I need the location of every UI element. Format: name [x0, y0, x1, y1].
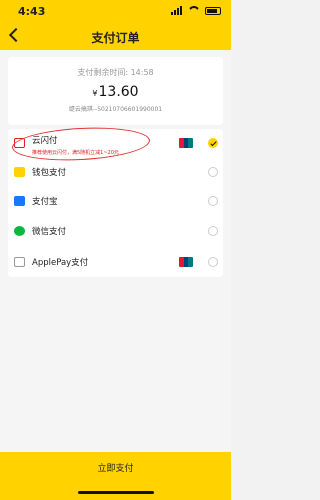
- radio-unselected[interactable]: [208, 257, 218, 267]
- method-label: ApplePay支付: [32, 258, 89, 268]
- order-summary-card: 支付剩余时间: 14:58 ¥13.60 缇云搞琪--5021070660199…: [8, 57, 223, 125]
- alipay-icon: [14, 196, 25, 206]
- method-wechat[interactable]: 微信支付: [8, 217, 223, 246]
- home-indicator: [78, 491, 154, 494]
- order-number: 缇云搞琪--50210706601990001: [68, 106, 163, 113]
- radio-unselected[interactable]: [208, 226, 218, 236]
- wallet-icon: [14, 167, 25, 177]
- method-label: 微信支付: [32, 227, 67, 237]
- method-label: 支付宝: [32, 197, 58, 207]
- wechat-icon: [14, 226, 25, 236]
- status-time: 4:43: [18, 5, 46, 18]
- method-applepay[interactable]: ApplePay支付: [8, 248, 223, 277]
- radio-unselected[interactable]: [208, 196, 218, 206]
- method-wallet[interactable]: 钱包支付: [8, 158, 223, 187]
- method-label: 钱包支付: [32, 168, 67, 178]
- unionpay-icon: [179, 257, 193, 267]
- payment-amount: ¥13.60: [8, 81, 223, 100]
- radio-selected[interactable]: [208, 138, 218, 148]
- page-title: 支付订单: [91, 31, 140, 45]
- method-alipay[interactable]: 支付宝: [8, 187, 223, 216]
- payment-countdown: 支付剩余时间: 14:58: [77, 68, 154, 77]
- pay-now-button[interactable]: 立即支付: [0, 452, 231, 482]
- battery-icon: [205, 6, 221, 15]
- unionpay-icon: [179, 138, 193, 148]
- nav-bar: 支付订单: [0, 24, 231, 50]
- apple-pay-icon: [14, 257, 25, 267]
- wifi-icon: [188, 6, 200, 15]
- radio-unselected[interactable]: [208, 167, 218, 177]
- status-icons: [171, 6, 221, 15]
- status-bar: 4:43: [0, 0, 231, 24]
- amount-value: 13.60: [98, 84, 139, 100]
- currency-symbol: ¥: [92, 89, 98, 98]
- cellular-signal-icon: [171, 6, 183, 15]
